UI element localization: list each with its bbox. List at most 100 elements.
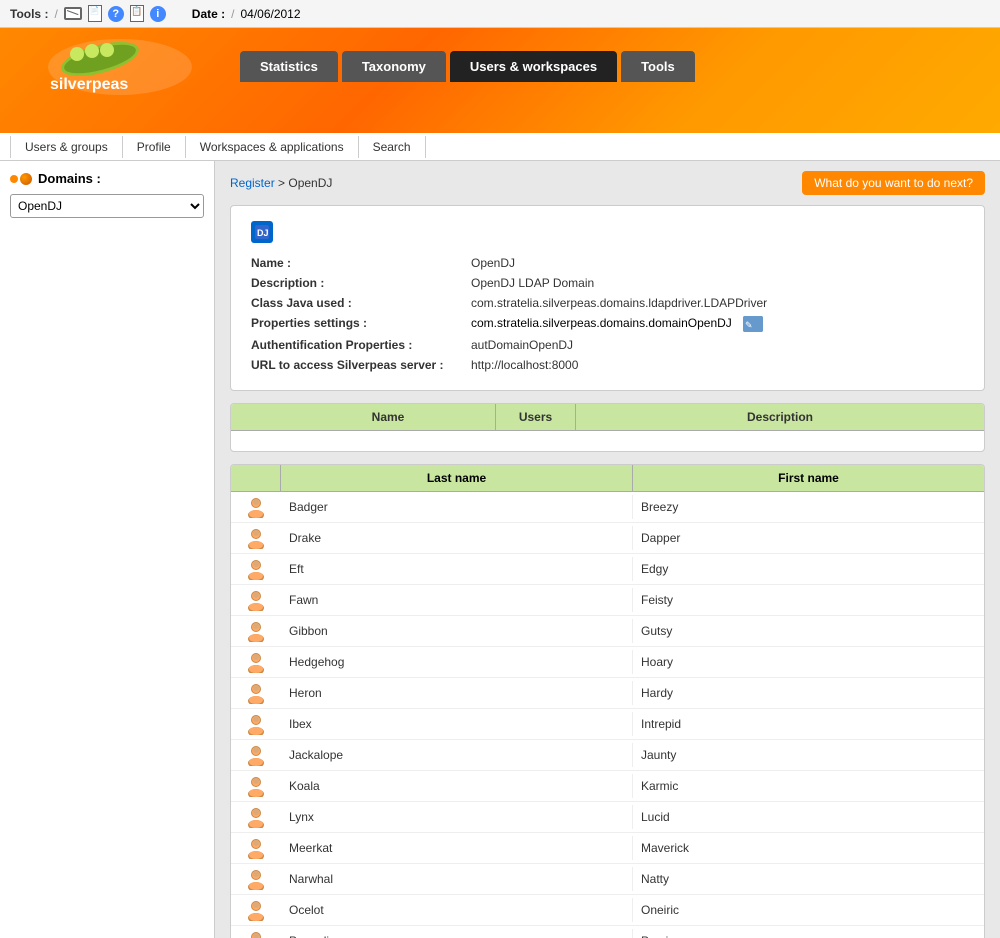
user-lastname: Drake [281,526,633,550]
user-avatar-cell [231,833,281,863]
subnav-profile[interactable]: Profile [123,136,186,158]
users-th-lastname: Last name [281,465,633,491]
user-firstname: Gutsy [633,619,984,643]
user-avatar-icon [246,558,266,580]
user-avatar-cell [231,709,281,739]
user-avatar-icon [246,744,266,766]
nav-tab-taxonomy[interactable]: Taxonomy [342,51,446,82]
ldap-icon: DJ [251,221,273,243]
user-row[interactable]: KoalaKarmic [231,771,984,802]
user-row[interactable]: PangolinPrecise [231,926,984,938]
user-avatar-cell [231,864,281,894]
user-lastname: Meerkat [281,836,633,860]
users-th-firstname: First name [633,465,984,491]
user-row[interactable]: LynxLucid [231,802,984,833]
sidebar: Domains : OpenDJ [0,161,215,938]
user-lastname: Fawn [281,588,633,612]
user-row[interactable]: FawnFeisty [231,585,984,616]
properties-value-cell: com.stratelia.silverpeas.domains.domainO… [471,313,964,335]
copy-icon[interactable]: 📋 [130,5,144,22]
info-row-url: URL to access Silverpeas server : http:/… [251,355,964,375]
email-icon[interactable] [64,7,82,20]
date-slash: / [231,7,234,21]
user-lastname: Badger [281,495,633,519]
user-firstname: Jaunty [633,743,984,767]
subnav-users-groups[interactable]: Users & groups [10,136,123,158]
properties-label: Properties settings : [251,313,471,335]
user-lastname: Ocelot [281,898,633,922]
description-value: OpenDJ LDAP Domain [471,273,964,293]
domains-label: Domains : [38,171,101,186]
svg-text:DJ: DJ [257,228,269,238]
domain-select[interactable]: OpenDJ [10,194,204,218]
groups-table-header: Name Users Description [231,404,984,431]
sub-navigation: Users & groups Profile Workspaces & appl… [0,133,1000,161]
user-row[interactable]: MeerkatMaverick [231,833,984,864]
user-avatar-cell [231,678,281,708]
help-icon[interactable]: ? [108,6,124,22]
user-lastname: Narwhal [281,867,633,891]
user-avatar-icon [246,620,266,642]
user-row[interactable]: NarwhalNatty [231,864,984,895]
nav-tab-statistics[interactable]: Statistics [240,51,338,82]
user-avatar-cell [231,554,281,584]
user-lastname: Koala [281,774,633,798]
user-lastname: Pangolin [281,929,633,938]
what-to-do-button[interactable]: What do you want to do next? [802,171,985,195]
info-row-auth: Authentification Properties : autDomainO… [251,335,964,355]
user-lastname: Hedgehog [281,650,633,674]
subnav-search[interactable]: Search [359,136,426,158]
user-firstname: Hoary [633,650,984,674]
domain-dots-icon [10,173,32,185]
user-row[interactable]: BadgerBreezy [231,492,984,523]
user-firstname: Feisty [633,588,984,612]
groups-th-users: Users [496,404,576,430]
user-firstname: Edgy [633,557,984,581]
document-icon[interactable]: 📄 [88,5,102,22]
subnav-workspaces-applications[interactable]: Workspaces & applications [186,136,359,158]
users-rows-container: BadgerBreezy DrakeDapper EftEdgy FawnFei… [231,492,984,938]
user-avatar-icon [246,930,266,938]
user-firstname: Natty [633,867,984,891]
user-row[interactable]: IbexIntrepid [231,709,984,740]
breadcrumb-bar: Register > OpenDJ What do you want to do… [230,171,985,195]
user-row[interactable]: EftEdgy [231,554,984,585]
user-lastname: Lynx [281,805,633,829]
name-value: OpenDJ [471,253,964,273]
right-content: Register > OpenDJ What do you want to do… [215,161,1000,938]
top-bar: Tools : / 📄 ? 📋 i Date : / 04/06/2012 [0,0,1000,28]
user-firstname: Maverick [633,836,984,860]
groups-th-description: Description [576,404,984,430]
user-avatar-cell [231,616,281,646]
user-avatar-icon [246,899,266,921]
user-row[interactable]: HeronHardy [231,678,984,709]
nav-tab-tools[interactable]: Tools [621,51,695,82]
user-row[interactable]: OcelotOneiric [231,895,984,926]
user-row[interactable]: GibbonGutsy [231,616,984,647]
properties-edit-icon[interactable]: ✎ [743,316,763,332]
user-avatar-icon [246,682,266,704]
nav-tab-users-workspaces[interactable]: Users & workspaces [450,51,617,82]
user-avatar-cell [231,647,281,677]
user-avatar-icon [246,775,266,797]
breadcrumb-register[interactable]: Register [230,176,275,190]
properties-value: com.stratelia.silverpeas.domains.domainO… [471,316,732,330]
user-lastname: Jackalope [281,743,633,767]
users-table-header: Last name First name [231,465,984,492]
info-icon[interactable]: i [150,6,166,22]
user-row[interactable]: JackalopeJaunty [231,740,984,771]
user-avatar-cell [231,585,281,615]
users-table: Last name First name BadgerBreezy DrakeD… [230,464,985,938]
slash-icon: / [54,7,57,21]
logo-area: silverpeas [20,37,220,97]
user-lastname: Ibex [281,712,633,736]
main-header: silverpeas Statistics Taxonomy Users & w… [0,28,1000,133]
user-avatar-icon [246,713,266,735]
date-label: Date : [192,7,225,21]
user-lastname: Eft [281,557,633,581]
user-row[interactable]: HedgehogHoary [231,647,984,678]
silverpeas-logo: silverpeas [45,37,195,97]
user-row[interactable]: DrakeDapper [231,523,984,554]
user-avatar-icon [246,806,266,828]
user-avatar-cell [231,492,281,522]
